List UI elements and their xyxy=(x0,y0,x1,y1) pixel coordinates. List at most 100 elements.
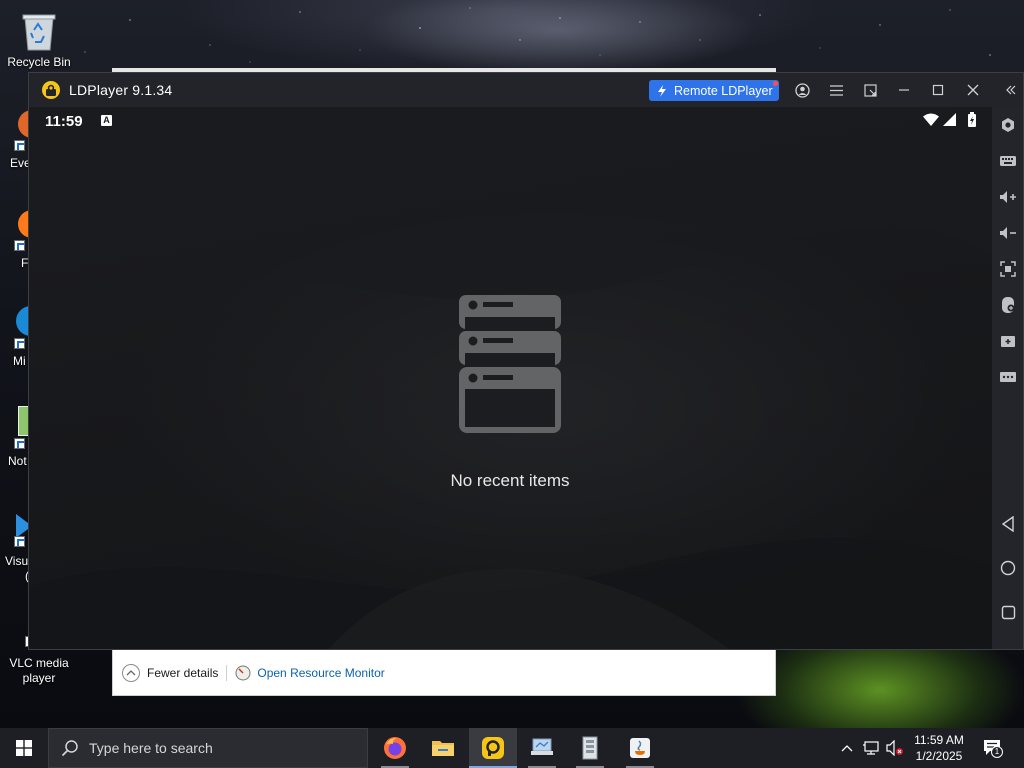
taskbar-ldplayer[interactable] xyxy=(469,728,517,768)
taskbar-date: 1/2/2025 xyxy=(915,749,963,763)
windows-taskbar: 11:59 AM 1/2/2025 1 xyxy=(0,728,1024,768)
folder-icon xyxy=(432,741,454,756)
show-hidden-icons-button[interactable] xyxy=(838,739,856,757)
battery-charging-icon xyxy=(968,112,976,127)
remote-ldplayer-label: Remote LDPlayer xyxy=(674,83,773,98)
double-chevron-left-icon xyxy=(1006,85,1016,95)
volume-tray-button[interactable] xyxy=(886,739,904,757)
ldplayer-titlebar[interactable]: LDPlayer 9.1.34 Remote LDPlayer xyxy=(29,73,1023,107)
recent-items-icon xyxy=(459,295,561,433)
taskbar-remote-desktop[interactable] xyxy=(518,728,566,768)
android-status-bar: 11:59 A xyxy=(29,107,992,135)
fewer-details-button[interactable]: Fewer details xyxy=(121,663,218,683)
volume-up-icon xyxy=(1000,191,1016,203)
desktop-icon-partial-1[interactable]: Eve xyxy=(10,110,32,170)
chevron-up-icon xyxy=(841,745,853,752)
android-clock: 11:59 xyxy=(45,113,83,130)
no-recent-items-message: No recent items xyxy=(450,471,570,490)
shortcut-arrow-icon xyxy=(14,338,25,349)
recycle-bin-label: Recycle Bin xyxy=(7,55,71,69)
taskbar-java-app[interactable] xyxy=(616,728,664,768)
maximize-button[interactable] xyxy=(929,81,947,99)
desktop-icon-label: Mi xyxy=(13,354,26,368)
start-button[interactable] xyxy=(0,728,48,768)
android-screen[interactable]: 11:59 A No recent items xyxy=(29,107,992,649)
desktop-icon-partial-5[interactable]: Visu ( xyxy=(5,514,32,584)
desktop-icon-recycle-bin[interactable]: Recycle Bin xyxy=(0,8,78,70)
windows-logo-icon xyxy=(16,740,32,756)
wifi-icon xyxy=(923,113,939,126)
lightning-icon xyxy=(658,84,666,97)
mini-mode-button[interactable] xyxy=(861,81,879,99)
minimize-icon xyxy=(899,89,909,91)
keyboard-icon xyxy=(1000,156,1016,166)
account-button[interactable] xyxy=(793,81,811,99)
settings-button[interactable] xyxy=(999,116,1017,134)
user-circle-icon xyxy=(794,82,810,98)
taskbar-firefox[interactable] xyxy=(371,728,419,768)
notification-dot xyxy=(773,81,778,86)
maximize-icon xyxy=(932,84,944,96)
volume-down-button[interactable] xyxy=(999,224,1017,242)
open-resource-monitor-link[interactable]: Open Resource Monitor xyxy=(235,665,385,681)
desktop-icon-label: Visu xyxy=(5,554,29,568)
add-window-icon xyxy=(1001,336,1015,347)
taskbar-task-manager[interactable] xyxy=(566,728,614,768)
volume-up-button[interactable] xyxy=(999,188,1017,206)
more-icon xyxy=(1000,372,1016,382)
keyboard-mapping-button[interactable] xyxy=(999,152,1017,170)
close-button[interactable] xyxy=(964,81,982,99)
desktop-icon-partial-3[interactable]: Mi E xyxy=(10,306,46,386)
shortcut-arrow-icon xyxy=(14,536,25,547)
taskbar-file-explorer[interactable] xyxy=(419,728,467,768)
screenshot-button[interactable] xyxy=(999,260,1017,278)
minimize-button[interactable] xyxy=(895,81,913,99)
multi-instance-button[interactable] xyxy=(999,332,1017,350)
install-apk-button[interactable] xyxy=(999,296,1017,314)
volume-down-icon xyxy=(1000,227,1016,239)
search-input[interactable] xyxy=(89,740,349,756)
shrink-window-icon xyxy=(863,83,877,97)
keyboard-a-icon: A xyxy=(101,115,112,126)
home-circle-icon xyxy=(1000,560,1016,576)
fewer-details-label: Fewer details xyxy=(147,666,219,680)
ethernet-icon xyxy=(863,741,879,755)
resource-monitor-icon xyxy=(235,665,251,681)
ldplayer-title: LDPlayer 9.1.34 xyxy=(69,82,173,98)
hamburger-menu-icon xyxy=(829,84,843,96)
taskbar-clock[interactable]: 11:59 AM 1/2/2025 xyxy=(904,732,974,764)
ldplayer-window: LDPlayer 9.1.34 Remote LDPlayer 11:59 A … xyxy=(28,72,1024,650)
network-tray-button[interactable] xyxy=(862,739,880,757)
notifications-button[interactable]: 1 xyxy=(982,739,1004,758)
desktop-icon-partial-4[interactable]: Not xyxy=(8,406,32,468)
shortcut-arrow-icon xyxy=(14,140,25,151)
shortcut-arrow-icon xyxy=(14,240,25,251)
close-icon xyxy=(967,84,979,96)
taskbar-time: 11:59 AM xyxy=(914,733,964,747)
more-options-button[interactable] xyxy=(999,368,1017,386)
vlc-label: VLC media player xyxy=(9,656,69,685)
notification-count-badge: 1 xyxy=(991,746,1003,758)
task-manager-footer: Fewer details Open Resource Monitor xyxy=(112,646,776,696)
taskbar-search-box[interactable] xyxy=(48,728,368,768)
android-back-button[interactable] xyxy=(999,515,1017,533)
network-computer-icon xyxy=(531,738,553,755)
collapse-sidebar-button[interactable] xyxy=(1002,81,1020,99)
ldplayer-taskbar-icon xyxy=(482,737,504,759)
cell-signal-icon xyxy=(943,113,956,126)
shortcut-arrow-icon xyxy=(14,438,25,449)
divider xyxy=(226,665,228,681)
remote-ldplayer-button[interactable]: Remote LDPlayer xyxy=(649,80,779,101)
android-recents-button[interactable] xyxy=(999,603,1017,621)
search-icon xyxy=(61,740,78,757)
menu-button[interactable] xyxy=(827,81,845,99)
speaker-muted-icon xyxy=(886,740,903,756)
screenshot-icon xyxy=(1000,261,1016,277)
android-home-button[interactable] xyxy=(999,559,1017,577)
desktop-icon-label: Not xyxy=(8,454,27,468)
recents-square-icon xyxy=(1001,605,1015,619)
firefox-icon xyxy=(384,737,406,759)
desktop-icon-partial-2[interactable]: F xyxy=(10,210,32,270)
gear-icon xyxy=(1002,118,1014,132)
recycle-bin-icon xyxy=(22,14,56,51)
